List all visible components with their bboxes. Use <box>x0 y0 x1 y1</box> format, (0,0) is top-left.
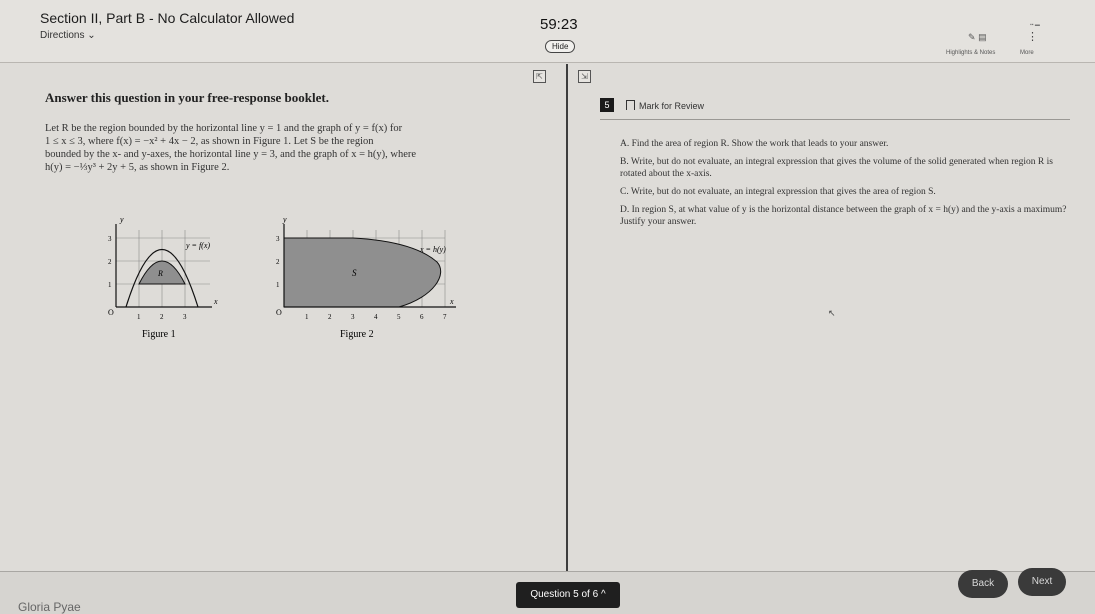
figure1: y x O 1 2 3 1 2 3 R y = f(x) Figure 1 <box>108 215 218 340</box>
fig1-y-tick: 1 <box>108 281 112 289</box>
fig2-x-tick: 1 <box>305 313 309 321</box>
region-s <box>283 237 442 308</box>
stem-line: bounded by the x- and y-axes, the horizo… <box>45 149 417 160</box>
mark-for-review-label: Mark for Review <box>639 101 705 111</box>
fig2-x-label: x <box>449 297 454 306</box>
chevron-up-icon: ^ <box>600 589 606 600</box>
figure1-caption: Figure 1 <box>142 329 176 340</box>
region-r-label: R <box>157 269 163 278</box>
fig2-curve-label: x = h(y) <box>419 245 446 254</box>
status-indicator: ▪▪ ▬ <box>1030 22 1040 28</box>
question-header-rule <box>600 119 1070 120</box>
fig1-x-tick: 1 <box>137 313 141 321</box>
stem-line: 1 ≤ x ≤ 3, where f(x) = −x² + 4x − 2, as… <box>45 136 374 147</box>
expand-left-icon[interactable]: ⇱ <box>533 70 546 83</box>
fig2-y-label: y <box>282 215 287 224</box>
back-button[interactable]: Back <box>958 570 1008 598</box>
fig1-y-label: y <box>119 215 124 224</box>
figure2: y x O 1 2 3 4 5 6 7 1 2 3 S x = h(y) Fig… <box>276 215 456 340</box>
hide-timer-button[interactable]: Hide <box>545 40 576 53</box>
part-c: C. Write, but do not evaluate, an integr… <box>620 187 936 197</box>
fig1-x-tick: 2 <box>160 313 164 321</box>
question-pane: A. Find the area of region R. Show the w… <box>620 138 1080 234</box>
fig1-x-label: x <box>213 297 218 306</box>
fig2-y-tick: 2 <box>276 258 280 266</box>
question-number: 5 <box>600 98 614 112</box>
stem-line: h(y) = −⅓y³ + 2y + 5, as shown in Figure… <box>45 162 230 173</box>
mouse-pointer-icon: ↖ <box>828 308 836 318</box>
fig1-y-tick: 2 <box>108 258 112 266</box>
stem-line: Let R be the region bounded by the horiz… <box>45 123 403 134</box>
bookmark-icon <box>626 100 635 110</box>
fig1-origin: O <box>108 308 114 317</box>
part-d: D. In region S, at what value of y is th… <box>620 205 1067 227</box>
highlights-notes-label: Highlights & Notes <box>946 50 996 56</box>
figure2-caption: Figure 2 <box>340 329 374 340</box>
fig2-origin: O <box>276 308 282 317</box>
next-button[interactable]: Next <box>1018 568 1066 596</box>
question-nav-label: Question 5 of 6 <box>530 589 599 600</box>
mark-for-review-button[interactable]: Mark for Review <box>626 100 704 111</box>
fig2-x-tick: 6 <box>420 313 424 321</box>
fig2-x-tick: 7 <box>443 313 447 321</box>
question-navigator-button[interactable]: Question 5 of 6 ^ <box>516 582 620 608</box>
stimulus-pane: Answer this question in your free-respon… <box>45 90 555 174</box>
fig2-x-tick: 4 <box>374 313 378 321</box>
pane-divider[interactable] <box>566 64 568 574</box>
fig2-x-tick: 3 <box>351 313 355 321</box>
section-title: Section II, Part B - No Calculator Allow… <box>40 10 295 26</box>
region-s-label: S <box>352 268 357 278</box>
directions-dropdown[interactable]: Directions ⌄ <box>40 30 96 41</box>
figures: y x O 1 2 3 1 2 3 R y = f(x) Figure 1 y … <box>100 212 480 342</box>
fig1-x-tick: 3 <box>183 313 187 321</box>
fig1-curve-label: y = f(x) <box>185 241 210 250</box>
timer: 59:23 <box>540 16 578 33</box>
highlighter-icon: ✎ <box>968 32 976 42</box>
student-name: Gloria Pyae <box>18 600 81 614</box>
part-a: A. Find the area of region R. Show the w… <box>620 139 889 149</box>
expand-right-icon[interactable]: ⇲ <box>578 70 591 83</box>
more-label: More <box>1020 50 1034 56</box>
fig2-y-tick: 1 <box>276 281 280 289</box>
notes-icon: ▤ <box>978 32 987 42</box>
more-button[interactable]: ⋮ <box>1027 30 1038 43</box>
part-b: B. Write, but do not evaluate, an integr… <box>620 157 1053 179</box>
directions-label: Directions <box>40 30 85 41</box>
prompt-heading: Answer this question in your free-respon… <box>45 90 329 105</box>
more-vertical-icon: ⋮ <box>1027 31 1038 43</box>
fig2-x-tick: 2 <box>328 313 332 321</box>
fig2-y-tick: 3 <box>276 235 280 243</box>
highlights-notes-button[interactable]: ✎ ▤ <box>968 32 987 43</box>
figure-graphs: y x O 1 2 3 1 2 3 R y = f(x) Figure 1 y … <box>108 215 456 340</box>
fig1-y-tick: 3 <box>108 235 112 243</box>
fig2-x-tick: 5 <box>397 313 401 321</box>
chevron-down-icon: ⌄ <box>87 30 96 41</box>
